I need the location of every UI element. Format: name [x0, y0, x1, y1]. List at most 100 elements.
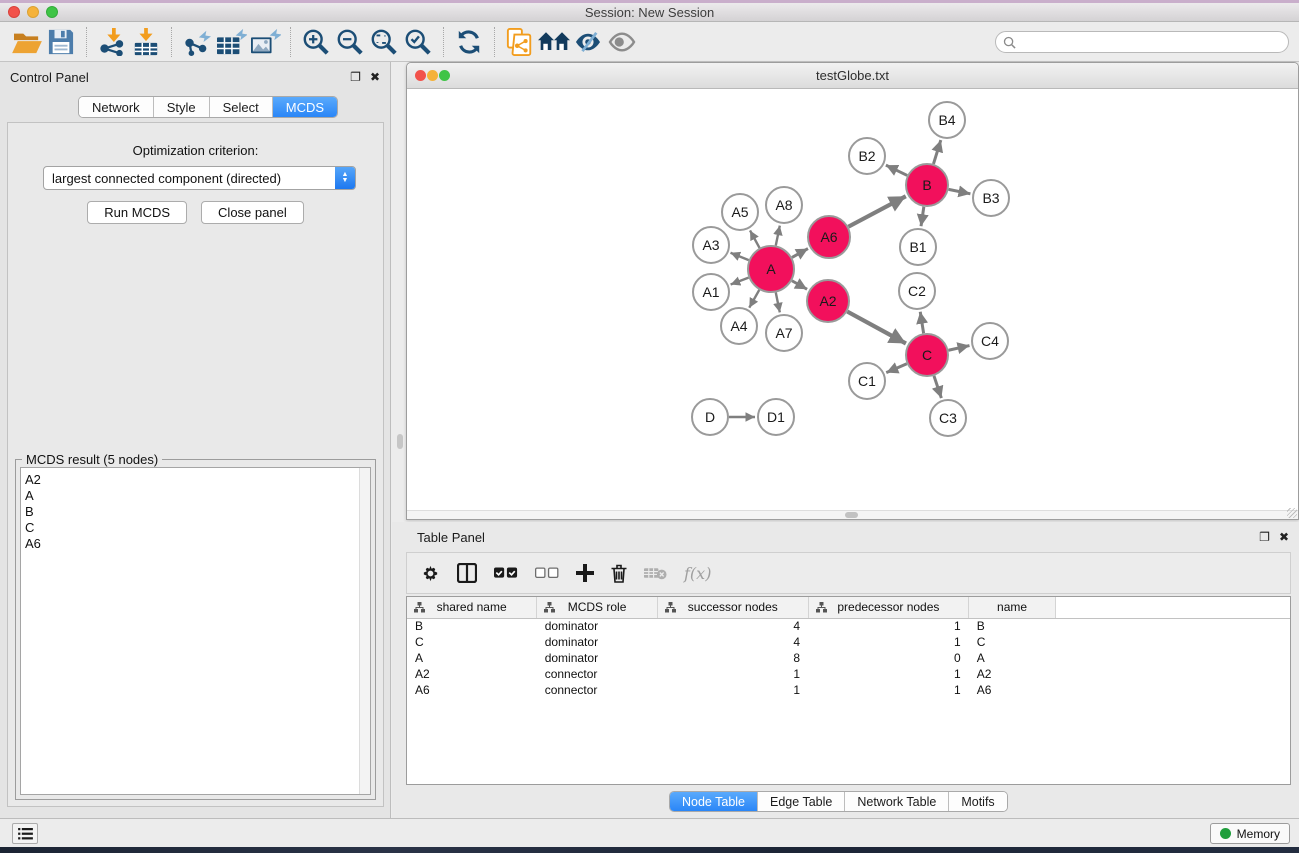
result-item[interactable]: C [25, 520, 370, 536]
table-row[interactable]: Cdominator41C [407, 634, 1290, 650]
table-settings-gear-icon[interactable] [421, 564, 440, 583]
memory-button[interactable]: Memory [1210, 823, 1290, 844]
hscrollbar-thumb[interactable] [845, 512, 858, 518]
export-image-icon[interactable] [248, 26, 282, 58]
table-cell[interactable]: dominator [537, 650, 658, 666]
tab-network-table[interactable]: Network Table [845, 792, 949, 811]
network-close-button[interactable] [415, 70, 426, 81]
network-canvas[interactable]: AA1A2A3A4A5A6A7A8BB1B2B3B4CC1C2C3C4DD1 [407, 89, 1298, 510]
table-cell[interactable]: 4 [657, 634, 808, 650]
table-cell[interactable]: 1 [808, 618, 969, 634]
table-row[interactable]: A2connector11A2 [407, 666, 1290, 682]
graph-edge[interactable] [920, 312, 923, 334]
table-cell[interactable]: 0 [808, 650, 969, 666]
search-field[interactable] [995, 31, 1289, 53]
network-hscrollbar[interactable] [407, 510, 1298, 519]
result-item[interactable]: B [25, 504, 370, 520]
table-cell[interactable]: A2 [407, 666, 537, 682]
criterion-select[interactable]: largest connected component (directed) ▲… [43, 166, 356, 190]
add-column-icon[interactable] [576, 564, 594, 582]
table-cell[interactable]: 4 [657, 618, 808, 634]
graph-edge[interactable] [848, 196, 905, 226]
table-cell[interactable]: A2 [969, 666, 1056, 682]
table-cell[interactable]: connector [537, 682, 658, 698]
search-input[interactable] [1016, 33, 1288, 51]
export-table-icon[interactable] [214, 26, 248, 58]
maximize-window-button[interactable] [46, 6, 58, 18]
graph-edge[interactable] [934, 376, 941, 398]
table-cell[interactable]: C [407, 634, 537, 650]
column-menu-icon[interactable] [816, 602, 827, 613]
minimize-window-button[interactable] [27, 6, 39, 18]
table-cell[interactable]: A [969, 650, 1056, 666]
resize-grip-icon[interactable] [1287, 508, 1297, 518]
graph-edge[interactable] [792, 249, 808, 258]
table-cell[interactable]: A [407, 650, 537, 666]
table-cell[interactable]: 1 [808, 666, 969, 682]
network-minimize-button[interactable] [427, 70, 438, 81]
table-cell[interactable]: 1 [657, 682, 808, 698]
table-cell[interactable]: dominator [537, 618, 658, 634]
tab-network[interactable]: Network [79, 97, 154, 117]
graph-edge[interactable] [750, 230, 760, 247]
column-menu-icon[interactable] [544, 602, 555, 613]
table-row[interactable]: A6connector11A6 [407, 682, 1290, 698]
show-graphics-details-icon[interactable] [605, 26, 639, 58]
network-graph[interactable]: AA1A2A3A4A5A6A7A8BB1B2B3B4CC1C2C3C4DD1 [407, 89, 1298, 510]
import-table-icon[interactable] [129, 26, 163, 58]
close-table-panel-icon[interactable]: ✖ [1279, 531, 1289, 543]
graph-edge[interactable] [847, 312, 906, 344]
column-header[interactable]: successor nodes [657, 597, 808, 618]
graph-edge[interactable] [886, 364, 907, 373]
graph-edge[interactable] [949, 189, 971, 193]
graph-edge[interactable] [730, 253, 748, 260]
save-session-icon[interactable] [44, 26, 78, 58]
tab-select[interactable]: Select [210, 97, 273, 117]
table-cell[interactable]: B [969, 618, 1056, 634]
graph-edge[interactable] [731, 278, 749, 285]
network-window-titlebar[interactable]: testGlobe.txt [407, 63, 1298, 89]
graph-edge[interactable] [886, 165, 907, 175]
zoom-selected-icon[interactable] [401, 26, 435, 58]
float-panel-icon[interactable]: ❐ [350, 71, 361, 83]
table-row[interactable]: Adominator80A [407, 650, 1290, 666]
close-panel-icon[interactable]: ✖ [370, 71, 380, 83]
select-all-checks-icon[interactable] [494, 567, 518, 579]
node-table[interactable]: shared nameMCDS rolesuccessor nodesprede… [406, 596, 1291, 785]
column-menu-icon[interactable] [414, 602, 425, 613]
column-header[interactable]: name [969, 597, 1056, 618]
table-cell[interactable]: dominator [537, 634, 658, 650]
table-cell[interactable]: 1 [808, 634, 969, 650]
tab-motifs[interactable]: Motifs [949, 792, 1006, 811]
refresh-icon[interactable] [452, 26, 486, 58]
result-item[interactable]: A6 [25, 536, 370, 552]
task-history-button[interactable] [12, 823, 38, 844]
vertical-split-handle[interactable] [397, 434, 403, 449]
export-network-icon[interactable] [180, 26, 214, 58]
network-maximize-button[interactable] [439, 70, 450, 81]
new-session-icon[interactable] [503, 26, 537, 58]
table-cell[interactable]: A6 [969, 682, 1056, 698]
open-session-icon[interactable] [10, 26, 44, 58]
tab-mcds[interactable]: MCDS [273, 97, 337, 117]
zoom-fit-icon[interactable] [367, 26, 401, 58]
graph-edge[interactable] [933, 140, 940, 164]
table-cell[interactable]: B [407, 618, 537, 634]
tab-node-table[interactable]: Node Table [670, 792, 758, 811]
table-cell[interactable]: 8 [657, 650, 808, 666]
column-panel-icon[interactable] [457, 563, 477, 583]
hide-graphics-details-icon[interactable] [571, 26, 605, 58]
table-cell[interactable]: 1 [808, 682, 969, 698]
result-item[interactable]: A [25, 488, 370, 504]
delete-column-icon[interactable] [611, 564, 627, 583]
graph-edge[interactable] [749, 290, 759, 308]
graph-edge[interactable] [792, 281, 807, 290]
deselect-all-checks-icon[interactable] [535, 567, 559, 579]
result-list-scrollbar[interactable] [359, 468, 370, 794]
graph-edge[interactable] [921, 207, 924, 226]
zoom-out-icon[interactable] [333, 26, 367, 58]
home-icon[interactable] [537, 26, 571, 58]
close-panel-button[interactable]: Close panel [201, 201, 304, 224]
import-network-icon[interactable] [95, 26, 129, 58]
close-window-button[interactable] [8, 6, 20, 18]
